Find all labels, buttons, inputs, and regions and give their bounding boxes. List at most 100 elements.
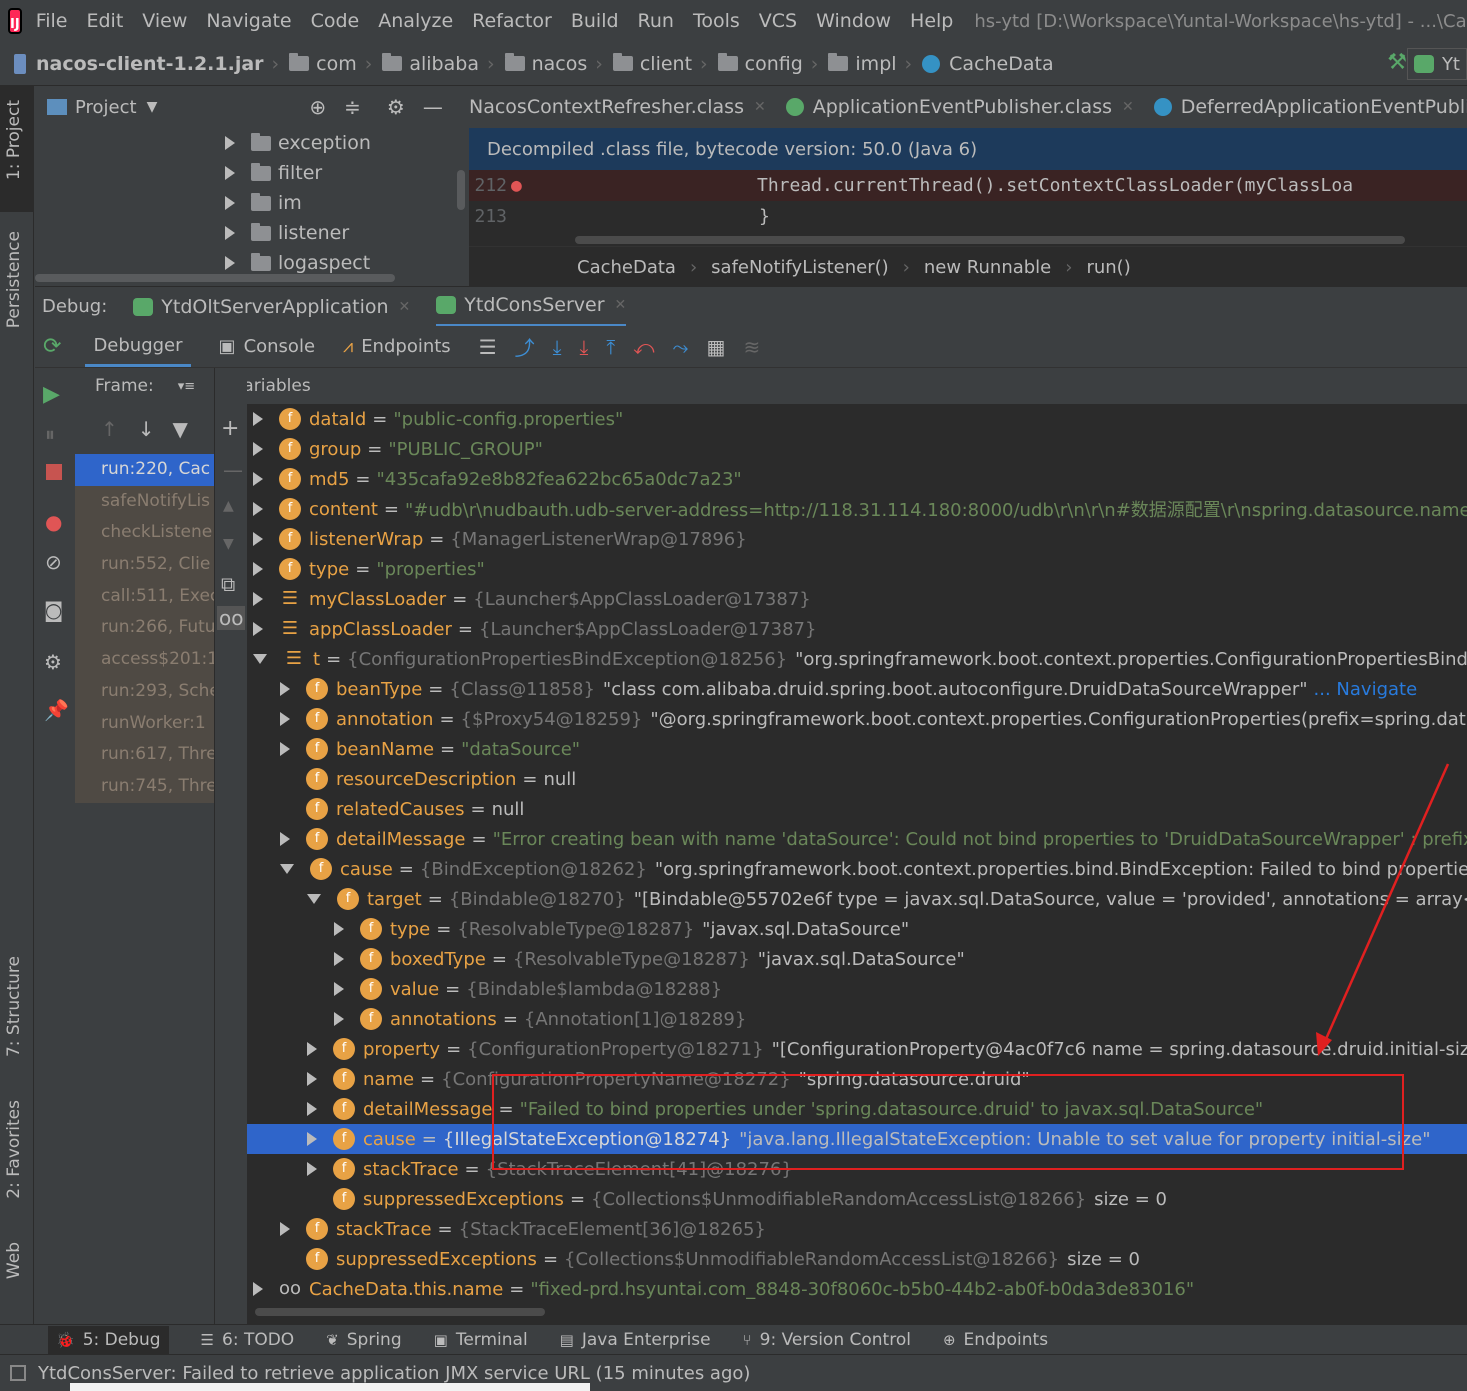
bottom-tab[interactable]: 🐞 5: Debug <box>48 1325 169 1354</box>
close-icon[interactable]: ✕ <box>1122 99 1134 115</box>
stop-icon[interactable] <box>46 464 62 480</box>
bottom-tab[interactable]: ❦ Spring <box>326 1330 401 1350</box>
variable-row[interactable]: f beanType = {Class@11858} "class com.alibab… <box>247 674 1467 704</box>
bottom-tab[interactable]: ⊕ Endpoints <box>943 1330 1048 1350</box>
breadcrumb-item[interactable]: config › <box>717 53 818 75</box>
bottom-tab[interactable]: ▣ Terminal <box>434 1330 528 1350</box>
variable-row[interactable]: f beanName = "dataSource" <box>247 734 1467 764</box>
close-icon[interactable]: ✕ <box>754 99 766 115</box>
frame-item[interactable]: safeNotifyLis <box>75 485 214 518</box>
frame-item[interactable]: run:293, Sche <box>75 675 214 708</box>
expand-arrow-icon[interactable] <box>225 136 235 150</box>
frame-item[interactable]: run:745, Thre <box>75 770 214 803</box>
tab-console[interactable]: ▣ Console <box>219 336 315 357</box>
variable-row[interactable]: f suppressedExceptions = {Collections$Unmod… <box>247 1244 1467 1274</box>
filter-icon[interactable]: ▼ <box>173 417 188 441</box>
menu-build[interactable]: Build <box>571 10 619 32</box>
frame-item[interactable]: run:220, Cac <box>75 454 214 486</box>
menu-edit[interactable]: Edit <box>86 10 123 32</box>
layout-icon[interactable]: ☰ <box>479 335 497 359</box>
expand-arrow-icon[interactable] <box>280 742 290 756</box>
expand-arrow-icon[interactable] <box>334 952 344 966</box>
editor-tab[interactable]: DeferredApplicationEventPublisher.clas <box>1153 96 1467 118</box>
variable-row[interactable]: f resourceDescription = null <box>247 764 1467 794</box>
expand-arrow-icon[interactable] <box>225 196 235 210</box>
variable-row[interactable]: f type = "properties" <box>247 554 1467 584</box>
expand-arrow-icon[interactable] <box>280 712 290 726</box>
variable-row[interactable]: f property = {ConfigurationProperty@18271} "… <box>247 1034 1467 1064</box>
menu-view[interactable]: View <box>142 10 187 32</box>
tab-debugger[interactable]: Debugger <box>85 327 191 367</box>
variable-row[interactable]: f boxedType = {ResolvableType@18287} "javax.… <box>247 944 1467 974</box>
variable-row[interactable]: f dataId = "public-config.properties" <box>247 404 1467 434</box>
bottom-tab[interactable]: ▤ Java Enterprise <box>560 1330 711 1350</box>
run-config-selector[interactable]: Yt <box>1406 48 1467 80</box>
step-over-icon[interactable]: ⤓ <box>553 335 562 359</box>
menu-vcs[interactable]: VCS <box>759 10 797 32</box>
variables-hscrollbar[interactable] <box>255 1308 545 1316</box>
move-up-icon[interactable]: ▲ <box>223 498 234 514</box>
arrow-down-icon[interactable]: ↓ <box>138 417 155 441</box>
expand-arrow-icon[interactable] <box>253 532 263 546</box>
breadcrumb-item[interactable]: nacos › <box>504 53 603 75</box>
variable-row[interactable]: f detailMessage = "Error creating bean with… <box>247 824 1467 854</box>
variable-row[interactable]: ☰ appClassLoader = {Launcher$AppClassLoader… <box>247 614 1467 644</box>
expand-arrow-icon[interactable] <box>253 1282 263 1296</box>
view-breakpoints-icon[interactable]: ● <box>45 510 62 534</box>
breadcrumb-item[interactable]: CacheData <box>922 53 1054 75</box>
menu-tools[interactable]: Tools <box>693 10 740 32</box>
variable-row[interactable]: f content = "#udb\r\nudbauth.udb-server-add… <box>247 494 1467 524</box>
mute-breakpoints-icon[interactable]: ⊘ <box>45 550 62 574</box>
navigate-link[interactable]: ... Navigate <box>1314 679 1418 700</box>
watches-glasses-icon[interactable]: oo <box>217 606 246 630</box>
variable-row[interactable]: oo CacheData.this.name = "fixed-prd.hsyunta… <box>247 1274 1467 1304</box>
editor-hscrollbar[interactable] <box>575 236 1405 244</box>
editor-tab[interactable]: NacosContextRefresher.class ✕ <box>469 96 766 118</box>
frame-item[interactable]: checkListene <box>75 517 214 550</box>
tree-item[interactable]: exception <box>35 128 469 158</box>
step-into-icon[interactable]: ⤓ <box>579 335 588 359</box>
editor-breadcrumb-item[interactable]: new Runnable <box>924 257 1051 278</box>
add-watch-icon[interactable]: + <box>221 416 239 441</box>
frame-item[interactable]: run:266, Futu <box>75 612 214 645</box>
expand-arrow-icon[interactable] <box>280 682 290 696</box>
variable-row[interactable]: f listenerWrap = {ManagerListenerWrap@17896… <box>247 524 1467 554</box>
variable-row[interactable]: f value = {Bindable$lambda@18288} <box>247 974 1467 1004</box>
expand-arrow-icon[interactable] <box>253 472 263 486</box>
collapse-all-icon[interactable]: ≑ <box>344 95 361 119</box>
drop-frame-icon[interactable]: ⤺ <box>633 335 654 359</box>
expand-arrow-icon[interactable] <box>307 1042 317 1056</box>
expand-arrow-icon[interactable] <box>307 1072 317 1086</box>
remove-watch-icon[interactable]: — <box>223 458 243 482</box>
frame-item[interactable]: runWorker:1 <box>75 707 214 740</box>
expand-arrow-icon[interactable] <box>225 256 235 270</box>
pause-icon[interactable]: ⏸ <box>45 422 55 446</box>
collapse-arrow-icon[interactable] <box>280 864 294 874</box>
status-toggle-icon[interactable] <box>10 1365 26 1381</box>
expand-arrow-icon[interactable] <box>253 502 263 516</box>
variable-row[interactable]: f target = {Bindable@18270} "[Bindable@55702… <box>247 884 1467 914</box>
tree-item[interactable]: filter <box>35 158 469 188</box>
editor-breadcrumb-item[interactable]: CacheData <box>577 257 676 278</box>
menu-file[interactable]: File <box>36 10 68 32</box>
copy-icon[interactable]: ⧉ <box>221 572 235 596</box>
expand-arrow-icon[interactable] <box>253 412 263 426</box>
show-execution-point-icon[interactable]: ⤴ <box>515 332 535 361</box>
tree-item[interactable]: listener <box>35 218 469 248</box>
expand-arrow-icon[interactable] <box>253 562 263 576</box>
project-hscrollbar[interactable] <box>35 274 395 282</box>
tree-item[interactable]: im <box>35 188 469 218</box>
expand-arrow-icon[interactable] <box>334 982 344 996</box>
rerun-icon[interactable]: ⟳ <box>43 334 61 359</box>
expand-arrow-icon[interactable] <box>253 592 263 606</box>
variable-row[interactable]: ☰ myClassLoader = {Launcher$AppClassLoader@… <box>247 584 1467 614</box>
breadcrumb-item[interactable]: com › <box>289 53 372 75</box>
breakpoint-icon[interactable]: ● <box>511 175 545 196</box>
tab-endpoints[interactable]: ⩘ Endpoints <box>343 336 451 357</box>
build-hammer-icon[interactable]: ⚒ <box>1387 50 1407 75</box>
gear-icon[interactable]: ⚙ <box>44 650 62 674</box>
camera-icon[interactable]: ◙ <box>44 598 63 622</box>
pin-icon[interactable]: 📌 <box>44 698 69 722</box>
locate-icon[interactable]: ⊕ <box>309 95 326 119</box>
gear-icon[interactable]: ⚙ <box>387 95 405 119</box>
